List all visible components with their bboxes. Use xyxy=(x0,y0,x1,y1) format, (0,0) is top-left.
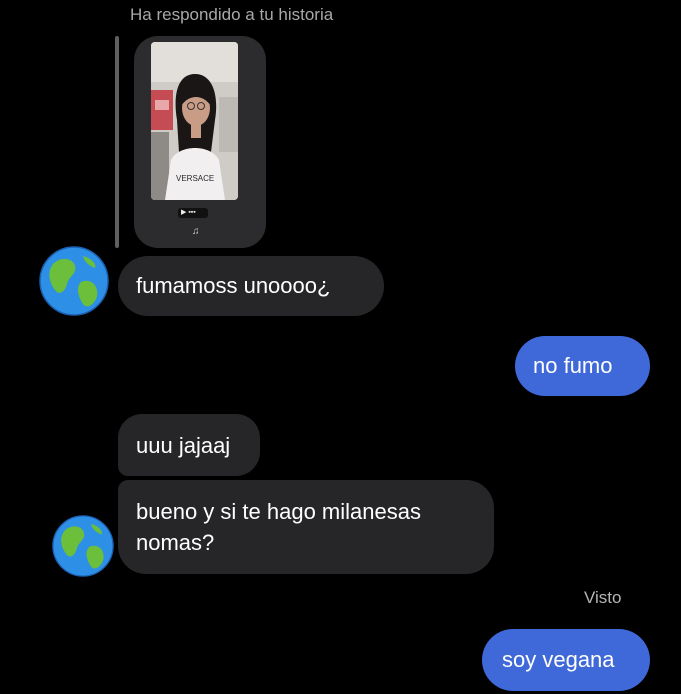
seen-status: Visto xyxy=(584,588,622,607)
message-bubble-incoming: fumamoss unoooo¿ xyxy=(118,256,384,316)
message-bubble-incoming: bueno y si te hago milanesas nomas? xyxy=(118,480,494,574)
shirt-logo-text: VERSACE xyxy=(176,174,214,183)
globe-icon xyxy=(39,246,109,316)
contact-avatar[interactable] xyxy=(52,515,114,577)
play-icon: ▶ ▪▪▪ xyxy=(181,209,196,216)
reply-indicator-line xyxy=(115,36,119,248)
story-playback-bar: ▶ ▪▪▪ xyxy=(178,208,208,218)
message-bubble-incoming: uuu jajaaj xyxy=(118,414,260,476)
globe-icon xyxy=(52,515,114,577)
contact-avatar[interactable] xyxy=(39,246,109,316)
story-image: VERSACE xyxy=(151,42,238,200)
story-thumbnail[interactable]: VERSACE ▶ ▪▪▪ ♫ xyxy=(134,36,266,248)
message-bubble-outgoing: soy vegana xyxy=(482,629,650,691)
message-bubble-outgoing: no fumo xyxy=(515,336,650,396)
story-music-icon: ♫ xyxy=(192,226,200,237)
story-reply-caption: Ha respondido a tu historia xyxy=(130,5,334,24)
